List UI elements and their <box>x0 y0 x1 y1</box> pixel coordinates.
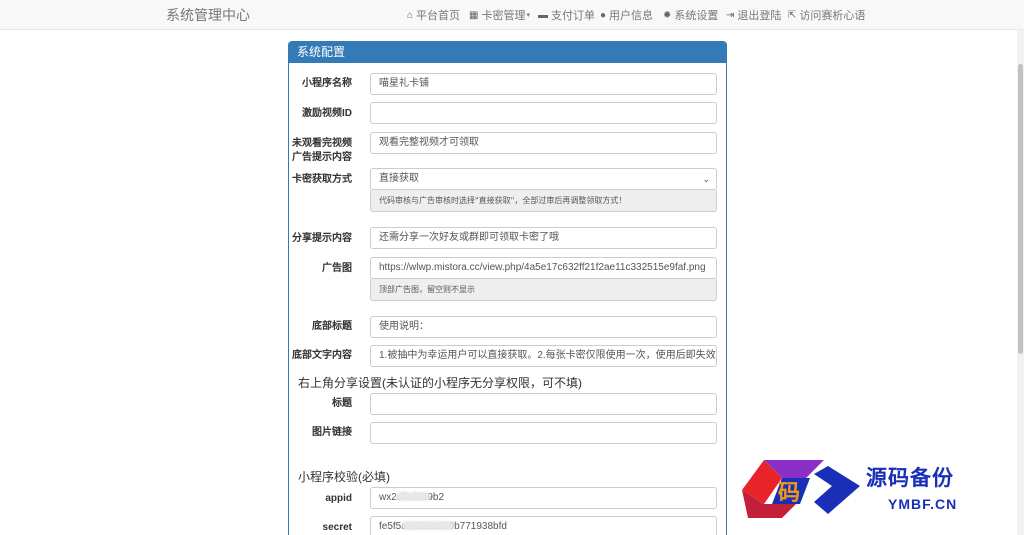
nav-visit-site[interactable]: ⇱ 访问赛析心语 <box>788 0 865 30</box>
credit-card-icon: ▬ <box>538 9 548 21</box>
footer-text-input[interactable]: 1.被抽中为幸运用户可以直接获取。2.每张卡密仅限使用一次，使用后即失效，不可重… <box>370 345 717 367</box>
nav-user-info[interactable]: ● 用户信息 <box>600 0 653 30</box>
home-icon: ⌂ <box>407 9 414 21</box>
chevron-down-icon: ⌄ <box>702 174 710 184</box>
external-link-icon: ⇱ <box>788 9 797 21</box>
share-hint-input[interactable]: 还需分享一次好友或群即可领取卡密了哦 <box>370 227 717 249</box>
share-title-label: 标题 <box>332 398 352 409</box>
share-title-input[interactable] <box>370 393 717 415</box>
share-hint-label: 分享提示内容 <box>292 233 352 244</box>
card-method-select[interactable]: 直接获取 ⌄ <box>370 168 717 190</box>
footer-text-label: 底部文字内容 <box>292 350 352 361</box>
nav-system-settings[interactable]: ✹ 系统设置 <box>663 0 718 30</box>
secret-redaction <box>402 521 454 530</box>
ad-hint-label-line1: 未观看完视频 <box>292 138 352 149</box>
logout-icon: ⇥ <box>726 9 735 21</box>
nav-visit-site-label: 访问赛析心语 <box>799 10 866 22</box>
ad-image-help: 顶部广告图，留空则不显示 <box>370 279 717 301</box>
card-method-selected: 直接获取 <box>379 173 419 184</box>
watermark-text-en: YMBF.CN <box>888 496 958 512</box>
app-name-label: 小程序名称 <box>302 78 352 89</box>
ad-image-label: 广告图 <box>322 263 352 274</box>
user-icon: ● <box>600 9 607 21</box>
appid-redaction <box>396 492 430 501</box>
panel-title: 系统配置 <box>289 42 726 63</box>
watermark-logo: 码 <box>742 460 860 518</box>
nav-home-label: 平台首页 <box>416 10 461 22</box>
nav-logout-label: 退出登陆 <box>737 10 782 22</box>
footer-title-label: 底部标题 <box>312 321 352 332</box>
share-image-input[interactable] <box>370 422 717 444</box>
watermark-logo-char: 码 <box>778 480 800 506</box>
nav-card-management-label: 卡密管理 <box>481 10 526 22</box>
ad-hint-label-line2: 广告提示内容 <box>292 152 352 163</box>
top-navbar: 系统管理中心 ⌂ 平台首页 ▦ 卡密管理 ▾ ▬ 支付订单 ● 用户信息 ✹ 系… <box>0 0 1024 30</box>
nav-home[interactable]: ⌂ 平台首页 <box>407 0 460 30</box>
nav-payment-orders-label: 支付订单 <box>551 10 595 22</box>
ad-hint-label: 未观看完视频 广告提示内容 <box>288 137 352 165</box>
share-settings-heading: 右上角分享设置(未认证的小程序无分享权限，可不填) <box>298 376 582 390</box>
nav-payment-orders[interactable]: ▬ 支付订单 <box>538 0 595 30</box>
gear-icon: ✹ <box>663 9 672 21</box>
nav-card-management[interactable]: ▦ 卡密管理 ▾ <box>469 0 530 30</box>
secret-label: secret <box>322 522 352 533</box>
nav-logout[interactable]: ⇥ 退出登陆 <box>726 0 781 30</box>
ad-video-id-label: 激励视频ID <box>302 108 352 119</box>
ad-hint-input[interactable]: 观看完整视频才可领取 <box>370 132 717 154</box>
watermark: 码 源码备份 YMBF.CN <box>742 456 996 522</box>
brand-title[interactable]: 系统管理中心 <box>166 0 250 30</box>
scrollbar-thumb[interactable] <box>1018 64 1023 354</box>
verify-heading: 小程序校验(必填) <box>298 470 390 484</box>
ad-image-input[interactable]: https://wlwp.mistora.cc/view.php/4a5e17c… <box>370 257 717 279</box>
app-name-input[interactable]: 喵星礼卡铺 <box>370 73 717 95</box>
grid-icon: ▦ <box>469 9 479 21</box>
nav-user-info-label: 用户信息 <box>609 10 654 22</box>
watermark-text-zh: 源码备份 <box>866 465 954 490</box>
appid-label: appid <box>325 493 352 504</box>
footer-title-input[interactable]: 使用说明： <box>370 316 717 338</box>
ad-video-id-input[interactable] <box>370 102 717 124</box>
page-scrollbar[interactable] <box>1017 30 1024 535</box>
share-image-label: 图片链接 <box>312 427 352 438</box>
card-method-help: 代码审核与广告审核时选择"直接获取"，全部过审后再调整领取方式！ <box>370 190 717 212</box>
nav-system-settings-label: 系统设置 <box>674 10 719 22</box>
card-method-label: 卡密获取方式 <box>292 174 352 185</box>
caret-down-icon: ▾ <box>526 12 530 19</box>
